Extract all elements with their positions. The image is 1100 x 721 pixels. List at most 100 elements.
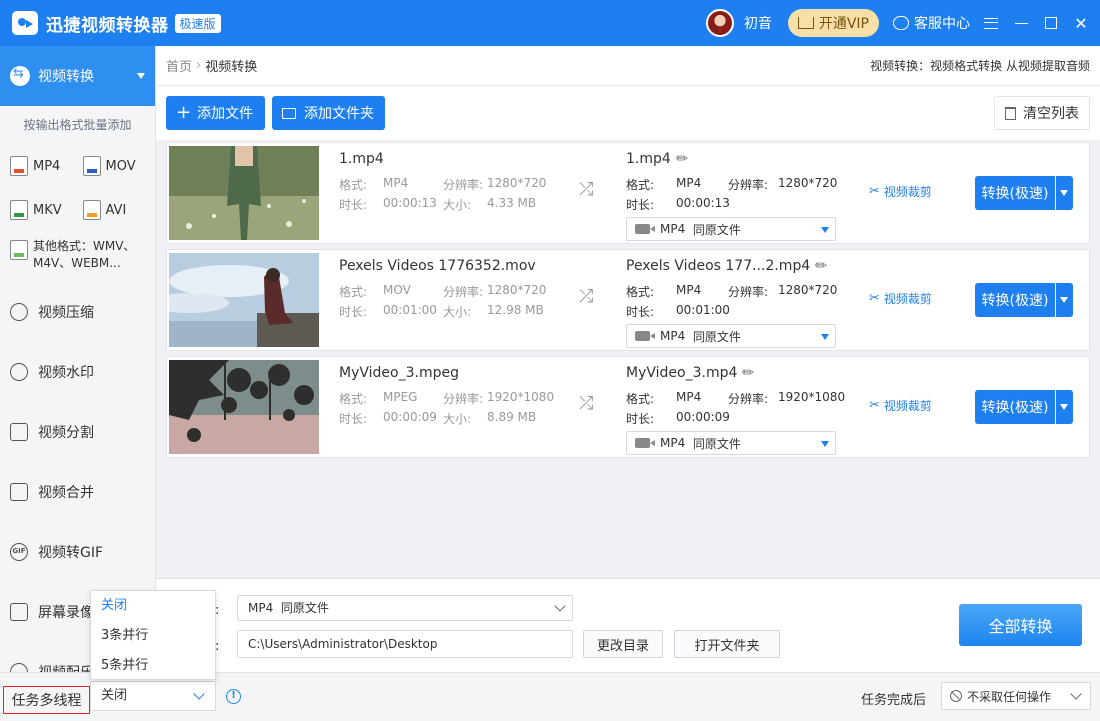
sidebar-item-merge[interactable]: 视频合并: [0, 462, 155, 522]
source-duration-label: 时长:: [339, 305, 368, 319]
source-size: 12.98 MB: [487, 303, 544, 317]
chevron-down-icon: [554, 600, 566, 612]
sidebar-item-split[interactable]: 视频分割: [0, 402, 155, 462]
output-path-field[interactable]: C:\Users\Administrator\Desktop: [237, 630, 573, 658]
sidebar-item-compress[interactable]: 视频压缩: [0, 282, 155, 342]
output-file-name[interactable]: 1.mp4 ✎: [626, 149, 692, 169]
edit-pencil-icon[interactable]: ✎: [673, 149, 693, 169]
convert-button[interactable]: 转换(极速): [975, 283, 1055, 317]
crown-icon: [797, 17, 814, 29]
multithread-dropdown-menu: 关闭 3条并行 5条并行: [90, 590, 216, 680]
source-resolution-label: 分辨率:: [443, 392, 484, 406]
output-file-name[interactable]: MyVideo_3.mp4 ✎: [626, 363, 759, 383]
file-row[interactable]: 1.mp4 格式: MP4 分辨率: 1280*720 时长: 00:00:13…: [166, 142, 1090, 244]
edit-pencil-icon[interactable]: ✎: [812, 256, 832, 276]
convert-dropdown-button[interactable]: [1056, 390, 1073, 424]
vip-button[interactable]: 开通VIP: [787, 9, 879, 37]
output-format-select[interactable]: MP4 同原文件: [626, 431, 836, 455]
video-thumbnail: [169, 253, 319, 347]
minimize-button[interactable]: [1006, 0, 1036, 46]
format-label: MP4: [33, 158, 61, 174]
app-logo-icon: [12, 11, 38, 35]
dropdown-arrow-icon: [821, 334, 829, 340]
sidebar-item-label: 屏幕录像: [38, 605, 94, 621]
convert-button[interactable]: 转换(极速): [975, 176, 1055, 210]
dropdown-option-3-parallel[interactable]: 3条并行: [91, 621, 215, 651]
add-file-label: 添加文件: [197, 106, 254, 122]
video-cut-link[interactable]: ✂ 视频裁剪: [869, 183, 932, 200]
sidebar-item-gif[interactable]: GIF 视频转GIF: [0, 522, 155, 582]
avi-file-icon: [82, 200, 101, 220]
sidebar-item-label: 视频转换: [38, 69, 94, 85]
source-size: 4.33 MB: [487, 196, 537, 210]
format-other[interactable]: 其他格式：WMV、M4V、WEBM...: [0, 232, 155, 280]
sidebar-item-label: 视频合并: [38, 485, 94, 501]
sidebar-item-label: 视频分割: [38, 425, 94, 441]
split-icon: [10, 423, 28, 441]
dropdown-option-off[interactable]: 关闭: [91, 591, 215, 621]
sidebar-item-watermark[interactable]: 视频水印: [0, 342, 155, 402]
shuffle-icon: ⤮: [579, 393, 594, 414]
output-format-select[interactable]: MP4 同原文件: [626, 217, 836, 241]
output-duration-label: 时长:: [626, 412, 655, 426]
format-mkv[interactable]: MKV: [10, 200, 83, 220]
format-hint: 按输出格式批量添加: [23, 118, 132, 132]
support-button[interactable]: 客服中心: [893, 13, 970, 33]
no-action-icon: [950, 690, 962, 702]
format-mp4[interactable]: MP4: [10, 156, 83, 176]
menu-button[interactable]: [976, 0, 1006, 46]
edit-pencil-icon[interactable]: ✎: [739, 363, 759, 383]
add-folder-button[interactable]: 添加文件夹: [272, 96, 385, 130]
dropdown-arrow-icon: [821, 441, 829, 447]
after-done-select[interactable]: 不采取任何操作: [941, 682, 1091, 710]
output-format: MP4: [676, 176, 702, 190]
source-resolution: 1920*1080: [487, 390, 555, 404]
output-format-select[interactable]: MP4 同原文件: [626, 324, 836, 348]
output-file-name[interactable]: Pexels Videos 177...2.mp4 ✎: [626, 256, 832, 276]
source-resolution: 1280*720: [487, 283, 547, 297]
add-file-button[interactable]: + 添加文件: [166, 96, 265, 130]
record-icon: [10, 603, 28, 621]
output-resolution: 1280*720: [778, 176, 838, 190]
video-cut-label: 视频裁剪: [883, 292, 932, 306]
output-format-select[interactable]: MP4 同原文件: [237, 595, 573, 621]
open-folder-button[interactable]: 打开文件夹: [674, 630, 780, 658]
convert-all-button[interactable]: 全部转换: [959, 604, 1082, 646]
multithread-value: 关闭: [101, 688, 128, 703]
maximize-button[interactable]: [1036, 0, 1066, 46]
dropdown-option-5-parallel[interactable]: 5条并行: [91, 651, 215, 681]
breadcrumb: 首页 › 视频转换 视频转换：视频格式转换 从视频提取音频: [156, 46, 1100, 86]
folder-icon: [282, 107, 296, 119]
video-cut-link[interactable]: ✂ 视频裁剪: [869, 397, 932, 414]
file-row[interactable]: MyVideo_3.mpeg 格式: MPEG 分辨率: 1920*1080 时…: [166, 356, 1090, 458]
video-cut-label: 视频裁剪: [883, 185, 932, 199]
convert-dropdown-button[interactable]: [1056, 283, 1073, 317]
info-icon[interactable]: !: [226, 689, 241, 704]
source-duration-label: 时长:: [339, 412, 368, 426]
app-title: 迅捷视频转换器: [46, 15, 169, 36]
sidebar-item-video-convert[interactable]: 视频转换: [0, 46, 155, 106]
format-mov[interactable]: MOV: [82, 156, 156, 176]
source-file-name: MyVideo_3.mpeg: [339, 365, 459, 381]
output-settings-panel: 式: MP4 同原文件 径: C:\Users\Administrator\De…: [156, 578, 1100, 672]
source-resolution-label: 分辨率:: [443, 285, 484, 299]
convert-button[interactable]: 转换(极速): [975, 390, 1055, 424]
video-cut-link[interactable]: ✂ 视频裁剪: [869, 290, 932, 307]
support-label: 客服中心: [914, 16, 970, 32]
file-row[interactable]: Pexels Videos 1776352.mov 格式: MOV 分辨率: 1…: [166, 249, 1090, 351]
convert-dropdown-button[interactable]: [1056, 176, 1073, 210]
username[interactable]: 初音: [744, 13, 772, 33]
change-directory-button[interactable]: 更改目录: [583, 630, 663, 658]
close-button[interactable]: ✕: [1066, 0, 1096, 46]
avatar[interactable]: [705, 9, 734, 37]
add-folder-label: 添加文件夹: [304, 106, 374, 122]
compress-icon: [10, 303, 28, 321]
breadcrumb-home[interactable]: 首页: [166, 56, 192, 75]
toolbar: + 添加文件 添加文件夹 清空列表: [156, 86, 1100, 140]
clear-list-button[interactable]: 清空列表: [994, 96, 1090, 130]
page-description: 视频转换：视频格式转换 从视频提取音频: [870, 59, 1090, 73]
title-bar: 迅捷视频转换器 极速版 初音 开通VIP 客服中心 ✕: [0, 0, 1100, 46]
multithread-select[interactable]: 关闭: [90, 681, 216, 711]
shuffle-icon: ⤮: [579, 179, 594, 200]
format-avi[interactable]: AVI: [82, 200, 156, 220]
